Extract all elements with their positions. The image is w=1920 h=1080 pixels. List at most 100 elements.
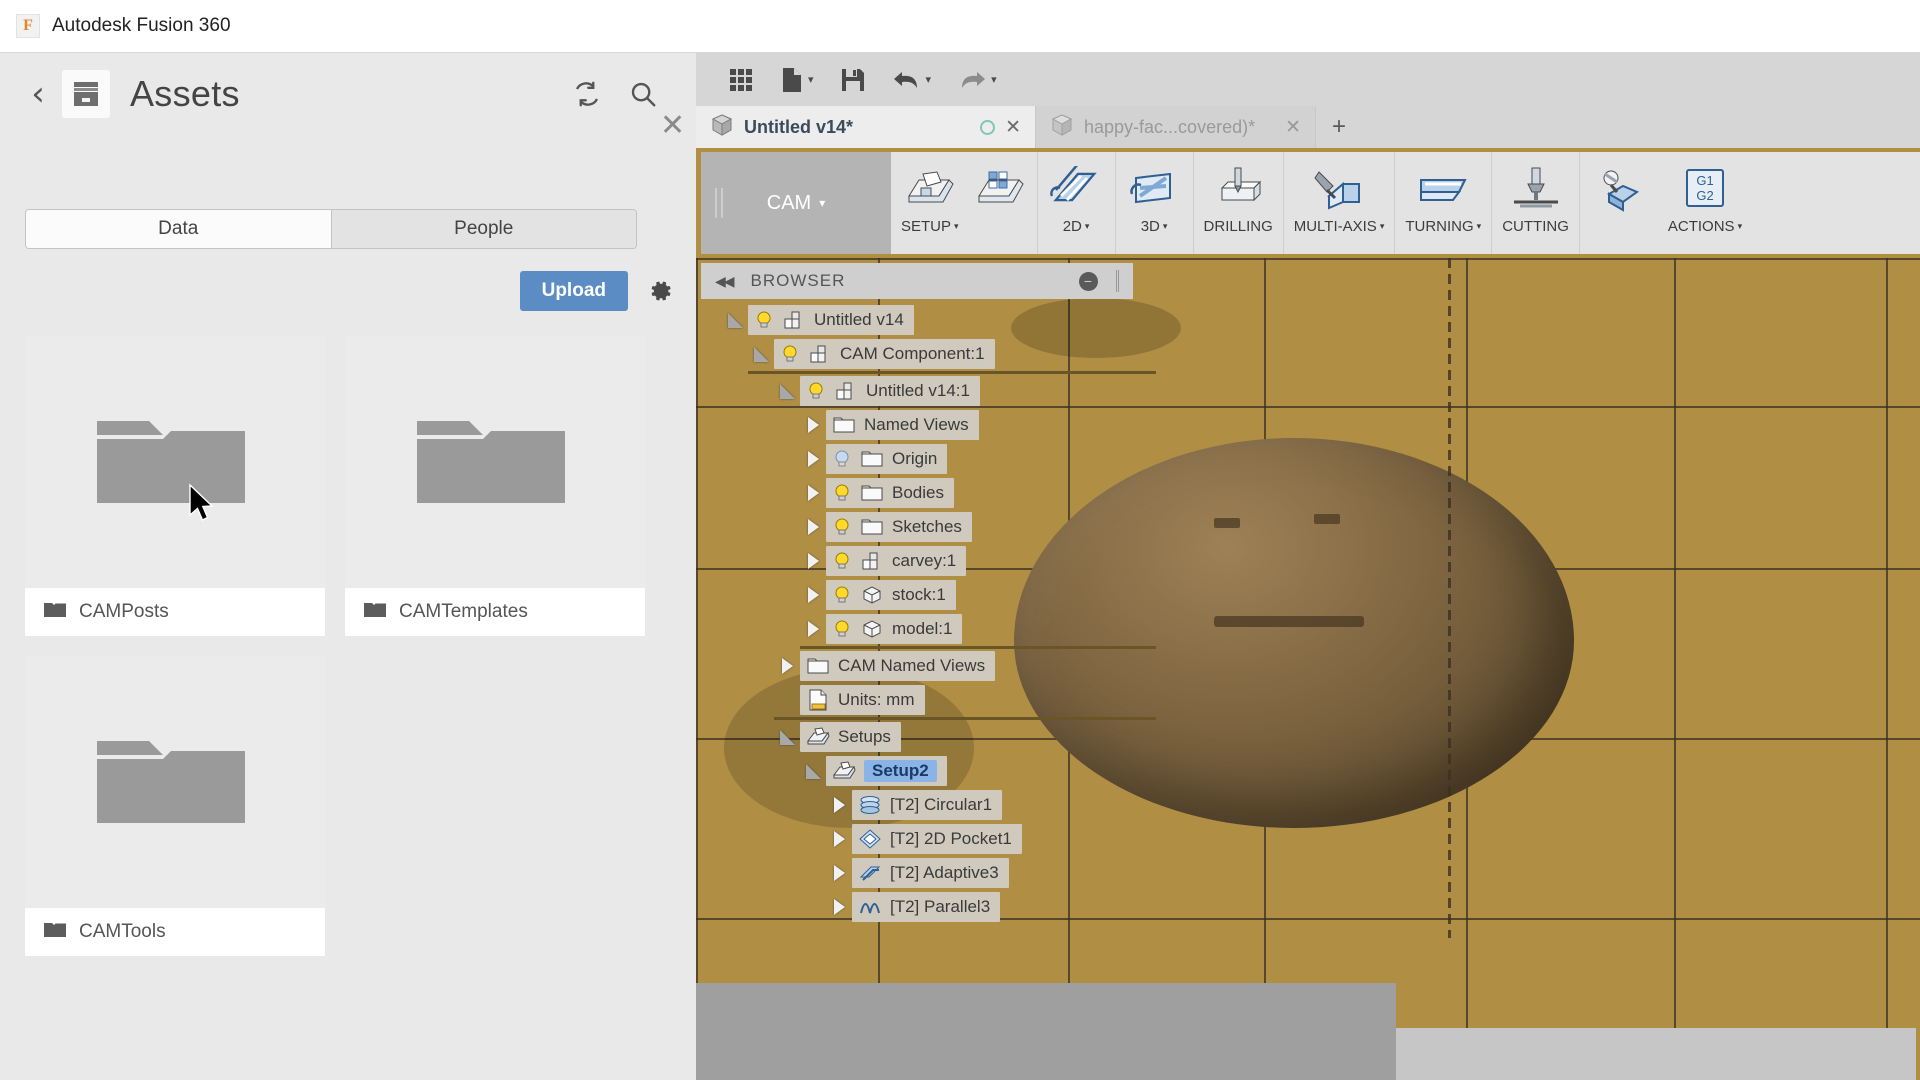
minimize-icon[interactable]: − [1079, 271, 1098, 291]
tree-item-t2-circular1[interactable]: [T2] Circular1 [696, 788, 1156, 822]
tree-item-chip[interactable]: stock:1 [826, 580, 956, 610]
tree-item-chip[interactable]: model:1 [826, 614, 963, 644]
tree-item-model-1[interactable]: model:1 [696, 612, 1156, 646]
tree-item-chip[interactable]: Untitled v14:1 [800, 376, 980, 406]
ribbon-group-multi-axis-label[interactable]: MULTI-AXIS ▾ [1294, 218, 1385, 235]
ribbon-group-drilling[interactable]: DRILLING [1194, 152, 1284, 254]
tree-item-chip[interactable]: Bodies [826, 478, 954, 508]
tab-data[interactable]: Data [26, 210, 332, 248]
tree-item-chip[interactable]: Setup2 [826, 756, 947, 786]
ribbon-group-actions-label[interactable]: ACTIONS ▾ [1668, 218, 1742, 235]
redo-icon[interactable]: ▾ [949, 62, 1005, 98]
ribbon-group-setup-sheet[interactable] [963, 152, 1038, 254]
2d-toolpath-icon[interactable] [1048, 160, 1104, 218]
tree-item-untitled-v14-1[interactable]: Untitled v14:1 [696, 374, 1156, 408]
turning-icon[interactable] [1415, 160, 1471, 218]
ribbon-group-cutting[interactable]: CUTTING [1492, 152, 1580, 254]
refresh-icon[interactable] [570, 77, 604, 111]
tree-item-chip[interactable]: [T2] Parallel3 [852, 892, 1001, 922]
expand-arrow-open-icon[interactable] [722, 312, 748, 328]
new-document-icon[interactable]: ▾ [772, 60, 822, 100]
setup-sheet-icon[interactable] [973, 160, 1027, 218]
folder-tile[interactable]: CAMPosts [25, 336, 325, 636]
document-tab[interactable]: Untitled v14* ✕ [696, 106, 1036, 148]
chevron-down-icon[interactable]: ▾ [1085, 221, 1090, 232]
tree-item-named-views[interactable]: Named Views [696, 408, 1156, 442]
ribbon-group-2d[interactable]: 2D ▾ [1038, 152, 1116, 254]
lightbulb-on-icon[interactable] [754, 309, 774, 331]
ribbon-group-actions[interactable]: G1 G2 ACTIONS ▾ [1658, 152, 1752, 254]
chevron-down-icon[interactable]: ▾ [1738, 221, 1743, 232]
tab-people[interactable]: People [331, 210, 636, 248]
tree-item-setup2[interactable]: Setup2 [696, 754, 1156, 788]
tree-item-cam-component-1[interactable]: CAM Component:1 [696, 337, 1156, 371]
tree-item-chip[interactable]: [T2] 2D Pocket1 [852, 824, 1022, 854]
expand-arrow-closed-icon[interactable] [800, 587, 826, 603]
save-icon[interactable] [832, 61, 874, 99]
probe-icon[interactable] [1591, 160, 1647, 218]
expand-arrow-closed-icon[interactable] [826, 797, 852, 813]
chevron-down-icon[interactable]: ▾ [808, 73, 814, 86]
collapse-left-icon[interactable]: ◀◀ [715, 273, 734, 290]
folder-tile[interactable]: CAMTools [25, 656, 325, 956]
tree-item-chip[interactable]: [T2] Adaptive3 [852, 858, 1009, 888]
setup-folder-icon[interactable] [903, 160, 957, 218]
unsaved-indicator-icon[interactable] [980, 119, 996, 135]
workspace-switcher[interactable]: CAM ▾ [701, 152, 891, 254]
expand-arrow-closed-icon[interactable] [800, 621, 826, 637]
chevron-down-icon[interactable]: ▾ [991, 73, 997, 86]
expand-arrow-closed-icon[interactable] [800, 451, 826, 467]
lightbulb-on-icon[interactable] [806, 380, 826, 402]
expand-arrow-open-icon[interactable] [800, 763, 826, 779]
lightbulb-on-icon[interactable] [832, 516, 852, 538]
multi-axis-icon[interactable] [1311, 160, 1367, 218]
folder-tile[interactable]: CAMTemplates [345, 336, 645, 636]
document-tab[interactable]: happy-fac...covered)* ✕ [1036, 106, 1316, 148]
upload-button[interactable]: Upload [519, 271, 628, 311]
expand-arrow-closed-icon[interactable] [826, 831, 852, 847]
chevron-down-icon[interactable]: ▾ [819, 196, 825, 210]
tree-item-sketches[interactable]: Sketches [696, 510, 1156, 544]
lightbulb-on-icon[interactable] [832, 618, 852, 640]
lightbulb-on-icon[interactable] [832, 482, 852, 504]
ribbon-group-probe[interactable] [1580, 152, 1658, 254]
ribbon-group-setup-label[interactable]: SETUP ▾ [901, 218, 959, 235]
close-icon[interactable]: ✕ [1005, 116, 1021, 138]
tree-item-chip[interactable]: Origin [826, 444, 948, 474]
browser-resize-grip[interactable] [1116, 270, 1119, 292]
ribbon-group-cutting-label[interactable]: CUTTING [1502, 218, 1569, 235]
ribbon-group-2d-label[interactable]: 2D ▾ [1063, 218, 1090, 235]
ribbon-grip[interactable] [715, 188, 723, 218]
tree-item-chip[interactable]: CAM Named Views [800, 651, 996, 681]
gear-icon[interactable] [646, 277, 674, 305]
chevron-down-icon[interactable]: ▾ [1163, 221, 1168, 232]
tree-item-untitled-v14[interactable]: Untitled v14 [696, 303, 1156, 337]
chevron-down-icon[interactable]: ▾ [926, 73, 932, 86]
ribbon-group-setup[interactable]: SETUP ▾ [891, 152, 963, 254]
tree-item-chip[interactable]: CAM Component:1 [774, 339, 995, 369]
browser-header[interactable]: ◀◀ BROWSER − [701, 263, 1133, 299]
3d-toolpath-icon[interactable] [1126, 160, 1182, 218]
new-tab-button[interactable]: + [1316, 106, 1362, 148]
expand-arrow-open-icon[interactable] [774, 729, 800, 745]
tree-item-chip[interactable]: Untitled v14 [748, 305, 914, 335]
tree-item-chip[interactable]: carvey:1 [826, 546, 967, 576]
ribbon-group-turning-label[interactable]: TURNING ▾ [1405, 218, 1481, 235]
undo-icon[interactable]: ▾ [884, 62, 940, 98]
expand-arrow-closed-icon[interactable] [800, 417, 826, 433]
g1g2-icon[interactable]: G1 G2 [1679, 160, 1731, 218]
search-icon[interactable] [626, 77, 660, 111]
lightbulb-on-icon[interactable] [780, 343, 800, 365]
tree-item-origin[interactable]: Origin [696, 442, 1156, 476]
chevron-down-icon[interactable]: ▾ [1477, 221, 1482, 232]
tree-item-cam-named-views[interactable]: CAM Named Views [696, 649, 1156, 683]
tree-item-chip[interactable]: Sketches [826, 512, 972, 542]
expand-arrow-closed-icon[interactable] [800, 485, 826, 501]
ribbon-group-turning[interactable]: TURNING ▾ [1395, 152, 1493, 254]
tree-item-stock-1[interactable]: stock:1 [696, 578, 1156, 612]
expand-arrow-closed-icon[interactable] [774, 658, 800, 674]
ribbon-group-drilling-label[interactable]: DRILLING [1204, 218, 1273, 235]
close-icon[interactable]: ✕ [660, 111, 685, 141]
cutting-icon[interactable] [1508, 160, 1564, 218]
lightbulb-on-icon[interactable] [832, 550, 852, 572]
